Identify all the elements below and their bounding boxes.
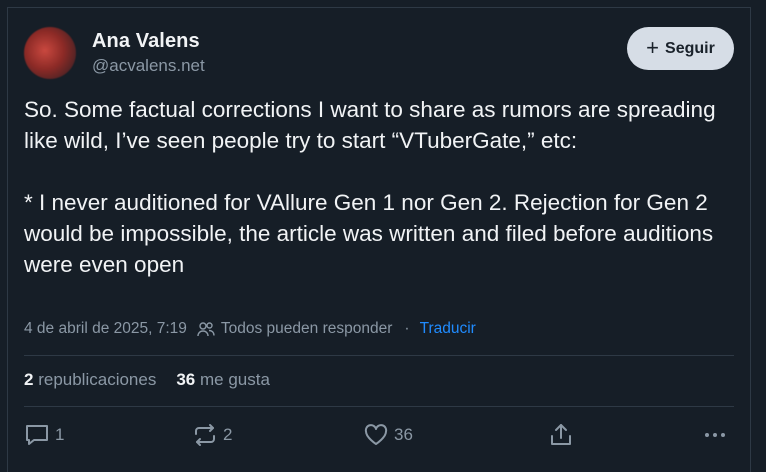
follow-button[interactable]: + Seguir (627, 27, 734, 70)
post-card: Ana Valens @acvalens.net + Seguir So. So… (7, 7, 751, 472)
more-options-icon (702, 423, 728, 447)
repost-icon (192, 423, 218, 447)
post-meta: 4 de abril de 2025, 7:19 Todos pueden re… (24, 320, 476, 338)
more-options-button[interactable] (702, 423, 728, 447)
like-count: 36 (394, 425, 413, 444)
likes-stat-count: 36 (176, 370, 196, 389)
share-icon (548, 423, 574, 447)
people-icon (197, 321, 215, 337)
repost-count: 2 (223, 425, 233, 444)
translate-link[interactable]: Traducir (420, 320, 476, 338)
avatar[interactable] (24, 27, 76, 79)
follow-button-label: Seguir (665, 39, 715, 57)
action-bar: 1 2 36 (8, 423, 752, 453)
author-display-name[interactable]: Ana Valens (92, 30, 200, 53)
reposts-stat[interactable]: 2 republicaciones (24, 370, 156, 390)
post-timestamp[interactable]: 4 de abril de 2025, 7:19 (24, 320, 187, 338)
meta-separator: · (404, 320, 410, 337)
reply-count: 1 (55, 425, 65, 444)
engagement-stats: 2 republicaciones 36 me gusta (24, 370, 270, 390)
likes-stat[interactable]: 36 me gusta (176, 370, 270, 390)
reply-icon (24, 423, 50, 447)
reply-setting: Todos pueden responder (220, 320, 393, 337)
plus-icon: + (646, 34, 660, 60)
likes-stat-label: me gusta (200, 370, 270, 389)
reposts-stat-label: republicaciones (38, 370, 157, 389)
reposts-stat-count: 2 (24, 370, 34, 389)
author-handle[interactable]: @acvalens.net (92, 56, 205, 76)
divider (24, 355, 734, 356)
divider (24, 406, 734, 407)
repost-button[interactable]: 2 (192, 423, 232, 447)
reply-button[interactable]: 1 (24, 423, 64, 447)
like-button[interactable]: 36 (363, 423, 413, 447)
share-button[interactable] (548, 423, 574, 447)
heart-icon (363, 423, 389, 447)
post-text: So. Some factual corrections I want to s… (24, 97, 716, 277)
